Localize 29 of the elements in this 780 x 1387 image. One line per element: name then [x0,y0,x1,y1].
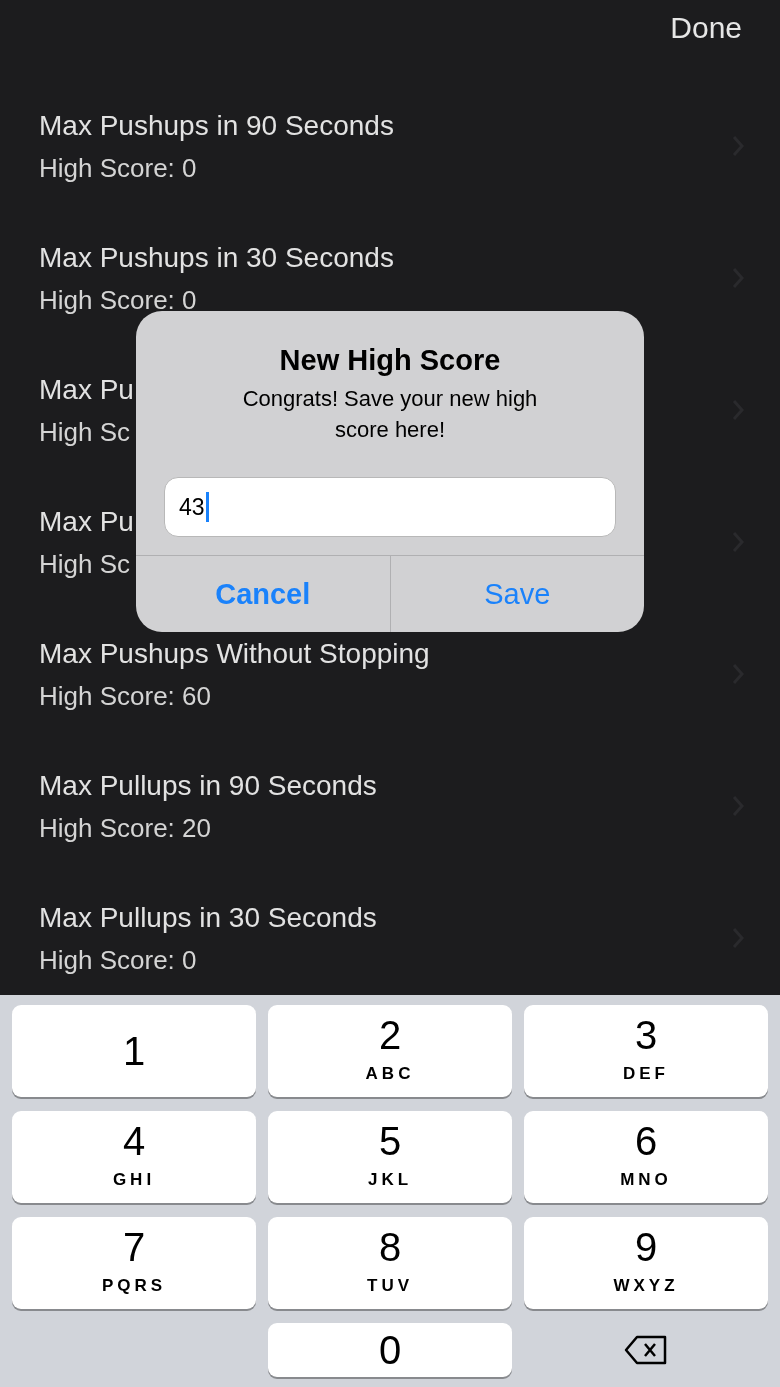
number-key[interactable]: 1 [12,1005,256,1097]
number-key[interactable]: 4 GHI [12,1111,256,1203]
row-title[interactable]: Max Pullups in 30 Seconds [39,903,377,935]
row-title[interactable]: Max Pushups Without Stopping [39,639,430,671]
done-button[interactable]: Done [670,10,742,46]
backspace-icon [624,1335,668,1365]
high-score-text: High Score: 0 [39,946,197,975]
row-title[interactable]: Max Pushups in 30 Seconds [39,243,394,275]
high-score-text: High Score: 0 [39,154,197,183]
row-title[interactable]: Max Pullups in 90 Seconds [39,771,377,803]
high-score-text: High Sc [39,550,131,579]
input-field[interactable]: 43 [164,477,616,538]
high-score-text: High Score: 60 [39,682,211,711]
number-key[interactable]: 3 DEF [524,1005,768,1097]
alert-message: Congrats! Save your new high score here! [241,384,539,444]
row-title[interactable]: Max Pushups in 90 Seconds [39,111,394,143]
number-key[interactable]: 6 MNO [524,1111,768,1203]
number-key[interactable]: 8 TUV [268,1217,512,1309]
number-key[interactable]: 0 [268,1323,512,1377]
alert-title: New High Score [278,343,502,378]
high-score-text: High Score: 0 [39,286,197,315]
high-score-text: High Score: 20 [39,814,211,843]
row-title[interactable]: Max Pu [39,375,134,407]
row-title[interactable]: Max Pu [39,507,134,539]
number-key[interactable]: 5 JKL [268,1111,512,1203]
number-key[interactable]: 9 WXYZ [524,1217,768,1309]
high-score-text: High Sc [39,418,131,447]
number-key[interactable]: 2 ABC [268,1005,512,1097]
number-key[interactable]: 7 PQRS [12,1217,256,1309]
